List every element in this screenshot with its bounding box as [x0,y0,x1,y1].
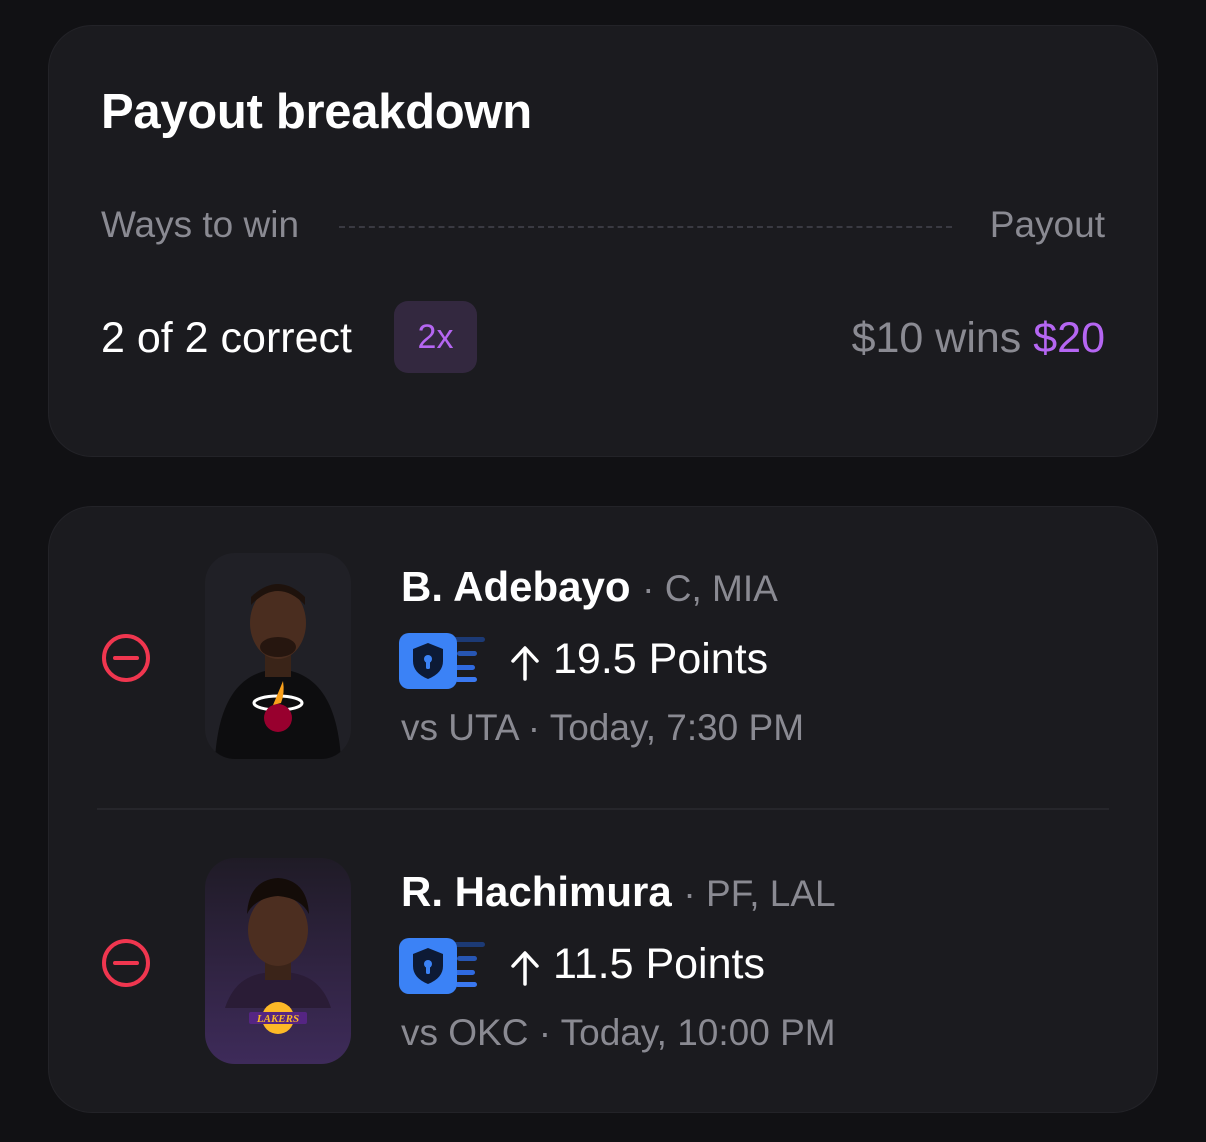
payout-breakdown-title: Payout breakdown [101,85,532,139]
picks-card: B. Adebayo · C, MIA 19.5 Points vs UTA ·… [48,506,1158,1113]
game-info: vs OKC · Today, 10:00 PM [401,1012,836,1053]
pick-row: B. Adebayo · C, MIA 19.5 Points vs UTA ·… [49,507,1157,810]
prop-line: 11.5 Points [399,936,899,996]
up-arrow-icon [511,646,539,681]
correct-count-text: 2 of 2 correct [101,314,352,362]
payout-label: Payout [989,204,1105,245]
player-position-team: · PF, LAL [683,873,836,914]
prop-value: 11.5 Points [507,940,765,989]
row-divider [97,808,1109,810]
player-name: R. Hachimura [401,868,672,915]
svg-text:LAKERS: LAKERS [256,1013,299,1025]
game-info: vs UTA · Today, 7:30 PM [401,707,805,748]
multiplier-badge: 2x [394,301,477,373]
ways-to-win-label: Ways to win [101,204,300,245]
player-name-line: R. Hachimura · PF, LAL [401,868,836,916]
player-avatar[interactable]: LAKERS [205,858,351,1064]
payout-amount: $10 wins $20 [852,314,1105,363]
up-arrow-icon [511,951,539,986]
prop-value: 19.5 Points [507,635,768,684]
protected-pick-icon[interactable] [399,631,489,691]
stake-text: $10 wins [851,314,1022,362]
pick-row: LAKERS R. Hachimura · PF, LAL 11.5 Point… [49,812,1157,1112]
player-avatar[interactable] [205,553,351,759]
payout-breakdown-card: Payout breakdown Ways to win Payout 2 of… [48,25,1158,457]
dashed-divider [339,226,952,228]
player-photo-icon [215,584,341,759]
protected-pick-icon[interactable] [399,936,489,996]
player-photo-icon: LAKERS [225,878,331,1034]
player-name: B. Adebayo [401,563,631,610]
prop-line: 19.5 Points [399,631,899,691]
remove-circle-icon[interactable] [101,633,151,683]
prop-text: 11.5 Points [553,940,765,988]
remove-circle-icon[interactable] [101,938,151,988]
player-name-line: B. Adebayo · C, MIA [401,563,778,611]
win-amount: $20 [1033,314,1105,362]
player-position-team: · C, MIA [642,568,778,609]
prop-text: 19.5 Points [553,635,769,683]
